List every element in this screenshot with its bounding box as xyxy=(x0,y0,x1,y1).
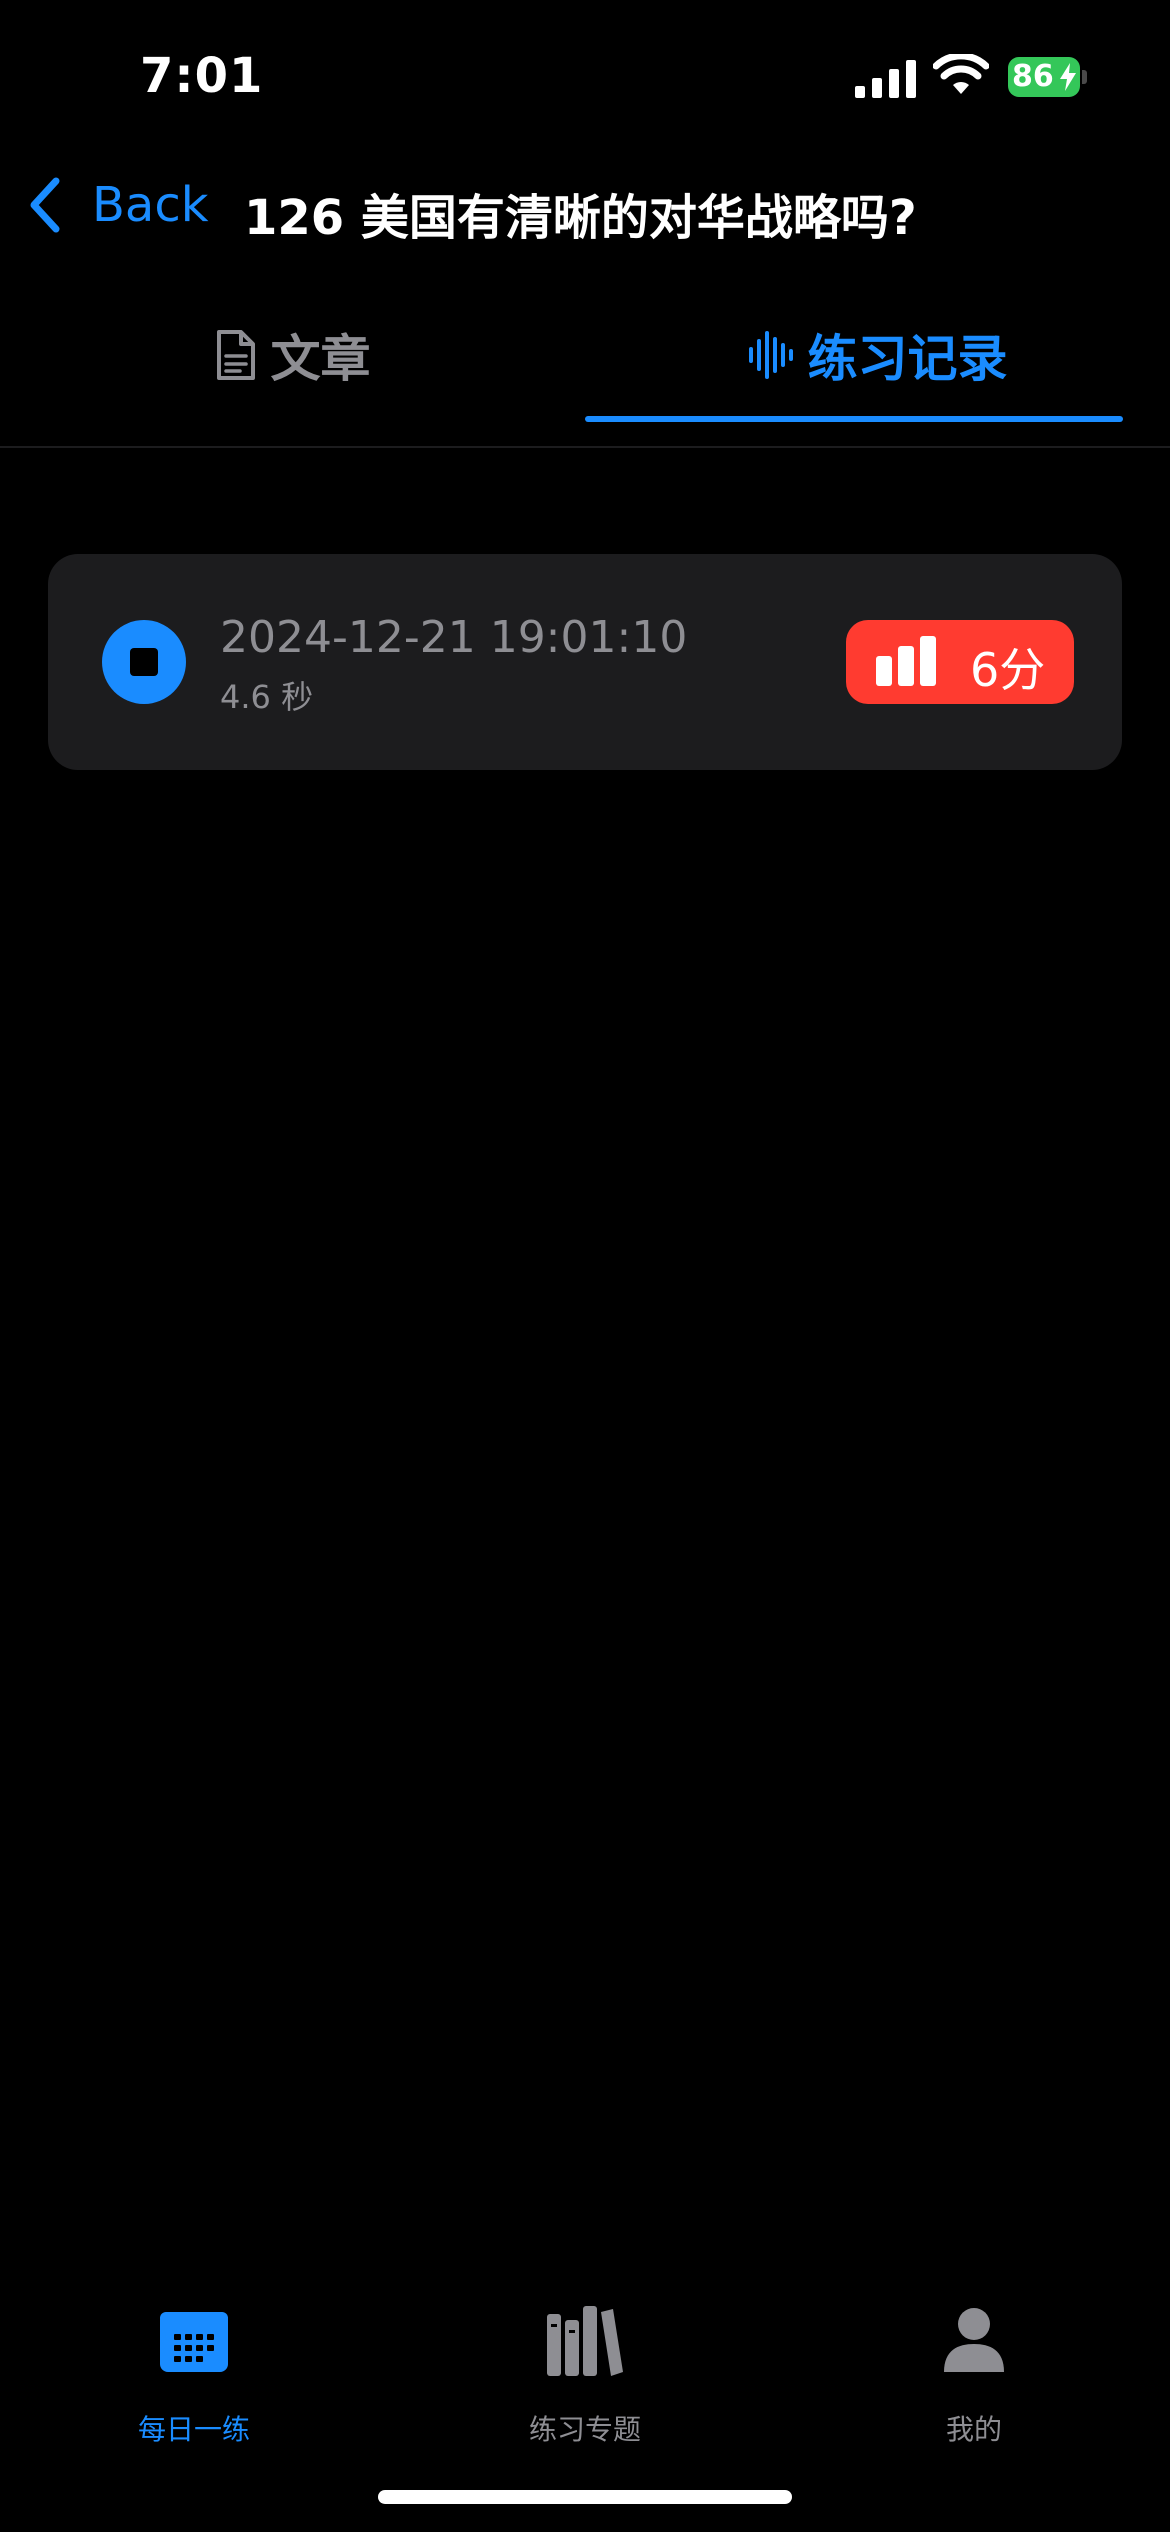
tab-practice-records[interactable]: 练习记录 xyxy=(585,290,1170,420)
stop-icon xyxy=(130,648,158,676)
person-icon xyxy=(944,2308,1004,2372)
navigation-bar: Back 126 美国有清晰的对华战略吗? xyxy=(0,150,1170,270)
tab-mine[interactable]: 我的 xyxy=(854,2300,1094,2480)
tab-mine-label: 我的 xyxy=(945,2413,1002,2446)
record-datetime: 2024-12-21 19:01:10 xyxy=(220,612,688,663)
tab-practice-topics-label: 练习专题 xyxy=(528,2413,641,2446)
waveform-icon xyxy=(748,331,793,379)
tab-article-label: 文章 xyxy=(270,330,371,388)
calendar-icon xyxy=(160,2312,228,2372)
document-icon xyxy=(216,330,255,380)
tab-practice-topics[interactable]: 练习专题 xyxy=(465,2300,705,2480)
page-title: 126 美国有清晰的对华战略吗? xyxy=(244,190,917,246)
chevron-left-icon xyxy=(30,177,60,233)
home-indicator[interactable] xyxy=(378,2490,792,2504)
tab-daily-practice-label: 每日一练 xyxy=(137,2413,250,2446)
bar-chart-icon xyxy=(876,636,936,686)
battery-percent: 86 xyxy=(1012,59,1054,94)
status-time: 7:01 xyxy=(140,48,264,104)
books-icon xyxy=(547,2306,623,2376)
score-badge[interactable]: 6分 xyxy=(846,620,1074,704)
stop-playback-button[interactable] xyxy=(102,620,186,704)
tab-article[interactable]: 文章 xyxy=(0,290,585,420)
status-bar: 7:01 86 xyxy=(0,0,1170,150)
back-label: Back xyxy=(92,177,209,233)
tab-daily-practice[interactable]: 每日一练 xyxy=(74,2300,314,2480)
back-button[interactable]: Back xyxy=(24,170,209,240)
practice-record-card[interactable]: 2024-12-21 19:01:10 4.6 秒 6分 xyxy=(48,554,1122,770)
tabs-divider xyxy=(0,446,1170,448)
battery-icon: 86 xyxy=(1008,57,1088,97)
wifi-icon xyxy=(933,54,989,94)
tab-practice-records-label: 练习记录 xyxy=(807,330,1008,388)
charging-bolt-icon xyxy=(1060,63,1076,91)
content-tabs: 文章 练习记录 xyxy=(0,290,1170,450)
score-label: 6分 xyxy=(970,643,1046,697)
cellular-signal-icon xyxy=(855,60,916,98)
selected-tab-indicator xyxy=(585,416,1123,422)
record-duration: 4.6 秒 xyxy=(220,678,314,716)
